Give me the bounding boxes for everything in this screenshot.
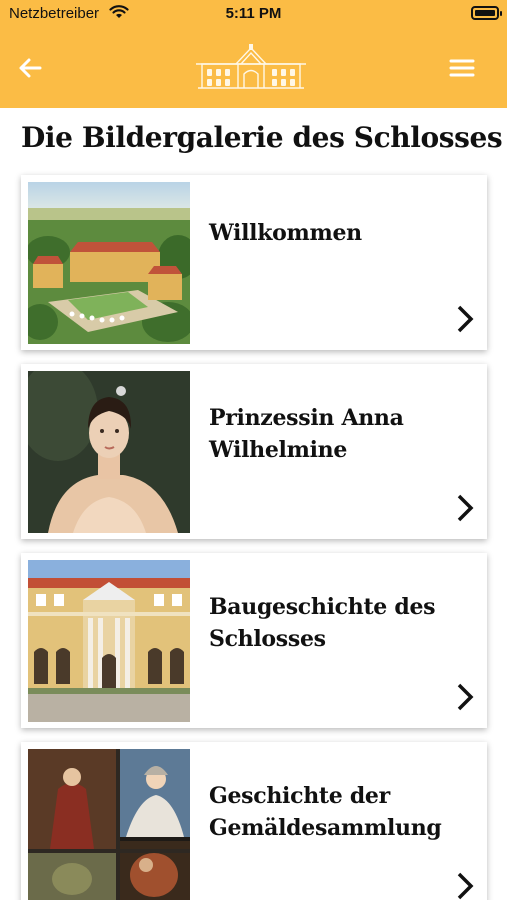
menu-button[interactable] bbox=[449, 54, 475, 82]
palace-logo-icon bbox=[194, 42, 308, 90]
chevron-right-icon bbox=[455, 682, 475, 712]
gallery-card-prinzessin[interactable]: Prinzessin Anna Wilhelmine bbox=[21, 364, 487, 539]
card-title: Baugeschichte des Schlosses bbox=[209, 594, 436, 652]
princess-portrait-painting bbox=[28, 371, 190, 533]
hamburger-menu-icon bbox=[449, 59, 475, 77]
status-time: 5:11 PM bbox=[225, 5, 282, 22]
back-button[interactable] bbox=[14, 52, 46, 84]
nav-bar bbox=[0, 28, 507, 108]
gallery-card-gemaeldesammlung[interactable]: Geschichte der Gemäldesammlung bbox=[21, 742, 487, 900]
chevron-right-icon bbox=[455, 493, 475, 523]
card-title: Willkommen bbox=[209, 220, 362, 246]
chevron-right-icon bbox=[455, 871, 475, 900]
battery-icon bbox=[471, 6, 502, 20]
page-title: Die Bildergalerie des Schlosses bbox=[21, 121, 503, 154]
gallery-card-willkommen[interactable]: Willkommen bbox=[21, 175, 487, 350]
aerial-palace-photo bbox=[28, 182, 190, 344]
status-bar: Netzbetreiber 5:11 PM bbox=[0, 0, 507, 28]
chevron-right-icon bbox=[455, 304, 475, 334]
card-title: Geschichte der Gemäldesammlung bbox=[209, 783, 442, 841]
card-title: Prinzessin Anna Wilhelmine bbox=[209, 405, 404, 463]
arrow-left-icon bbox=[19, 58, 42, 78]
painting-collage bbox=[28, 749, 190, 900]
gallery-card-baugeschichte[interactable]: Baugeschichte des Schlosses bbox=[21, 553, 487, 728]
palace-facade-photo bbox=[28, 560, 190, 722]
